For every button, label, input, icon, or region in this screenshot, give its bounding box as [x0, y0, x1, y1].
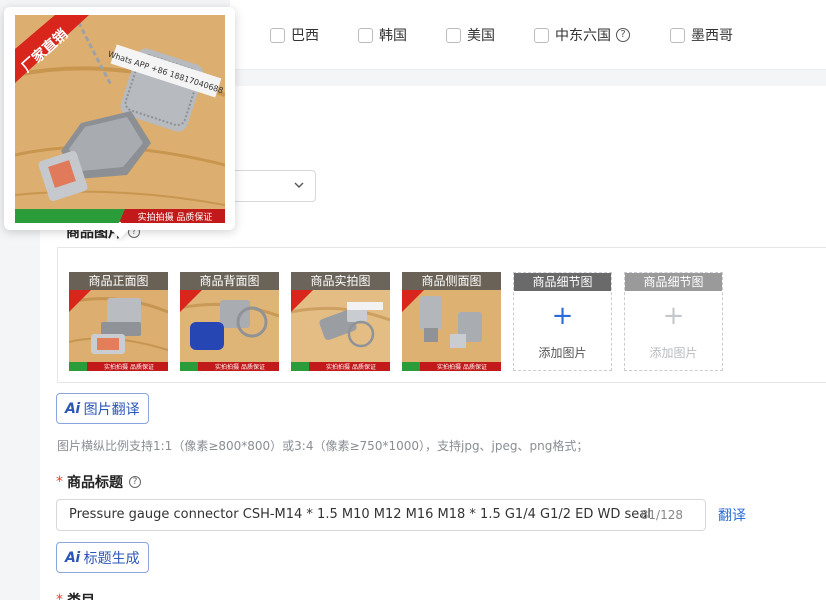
image-preview-popup: Whats APP +86 18817040688 厂家直销 实拍拍摄 品质保证 — [4, 7, 235, 230]
country-label: 中东六国 — [555, 28, 611, 44]
product-title-input[interactable]: Pressure gauge connector CSH-M14 * 1.5 M… — [56, 499, 706, 531]
plus-icon: + — [551, 301, 574, 331]
thumb-label: 商品背面图 — [180, 272, 279, 290]
add-image-text: 添加图片 — [538, 346, 587, 360]
country-label: 美国 — [467, 28, 495, 44]
country-label: 巴西 — [291, 28, 319, 44]
country-option-usa[interactable]: 美国 — [446, 26, 495, 44]
product-image-front[interactable]: 实拍拍摄 品质保证 商品正面图 — [69, 272, 168, 371]
category-label: * 类目 — [56, 590, 95, 600]
help-icon[interactable]: ? — [616, 28, 630, 42]
image-format-hint: 图片横纵比例支持1:1（像素≥800*800）或3:4（像素≥750*1000）… — [57, 439, 589, 453]
button-label: 标题生成 — [83, 550, 140, 567]
thumb-label: 商品实拍图 — [291, 272, 390, 290]
country-label: 墨西哥 — [691, 28, 733, 44]
help-icon[interactable]: ? — [129, 476, 141, 488]
slot-label: 商品细节图 — [514, 273, 611, 291]
label-text: 类目 — [67, 590, 95, 600]
add-detail-image-slot-disabled: 商品细节图 + 添加图片 — [624, 272, 723, 371]
required-mark: * — [56, 474, 63, 490]
ai-icon: Ai — [65, 549, 80, 566]
checkbox[interactable] — [534, 27, 549, 43]
checkbox[interactable] — [670, 27, 685, 43]
photo-stamp: 实拍拍摄 品质保证 — [215, 363, 265, 371]
product-image-side[interactable]: 实拍拍摄 品质保证 商品侧面图 — [402, 272, 501, 371]
photo-stamp: 实拍拍摄 品质保证 — [437, 363, 487, 371]
label-text: 商品标题 — [67, 475, 123, 491]
product-title-label: * 商品标题 ? — [56, 472, 141, 492]
translate-link[interactable]: 翻译 — [718, 505, 746, 525]
country-option-middle-east[interactable]: 中东六国 ? — [534, 26, 630, 44]
button-label: 图片翻译 — [83, 401, 140, 418]
checkbox[interactable] — [270, 27, 285, 43]
country-option-korea[interactable]: 韩国 — [358, 26, 407, 44]
country-label: 韩国 — [379, 28, 407, 44]
thumb-label: 商品侧面图 — [402, 272, 501, 290]
slot-label: 商品细节图 — [625, 273, 722, 291]
thumb-label: 商品正面图 — [69, 272, 168, 290]
image-translate-button[interactable]: Ai 图片翻译 — [56, 393, 149, 424]
checkbox[interactable] — [446, 27, 461, 43]
target-country-bar — [230, 0, 826, 70]
country-option-brazil[interactable]: 巴西 — [270, 26, 319, 44]
title-value[interactable]: Pressure gauge connector CSH-M14 * 1.5 M… — [69, 507, 651, 522]
country-option-mexico[interactable]: 墨西哥 — [670, 26, 733, 44]
char-counter: 81/128 — [640, 508, 683, 522]
product-image-back[interactable]: 实拍拍摄 品质保证 商品背面图 — [180, 272, 279, 371]
photo-stamp: 实拍拍摄 品质保证 — [138, 211, 213, 223]
add-detail-image-slot[interactable]: 商品细节图 + 添加图片 — [513, 272, 612, 371]
photo-stamp: 实拍拍摄 品质保证 — [104, 363, 154, 371]
category-select[interactable] — [230, 170, 316, 202]
add-image-text: 添加图片 — [649, 346, 698, 360]
photo-stamp: 实拍拍摄 品质保证 — [326, 363, 376, 371]
plus-icon: + — [662, 301, 685, 331]
preview-image: Whats APP +86 18817040688 厂家直销 实拍拍摄 品质保证 — [15, 15, 225, 223]
product-photo: Whats APP +86 18817040688 厂家直销 实拍拍摄 品质保证 — [15, 15, 225, 223]
checkbox[interactable] — [358, 27, 373, 43]
chevron-down-icon — [294, 182, 304, 188]
ai-icon: Ai — [65, 400, 80, 417]
title-generate-button[interactable]: Ai 标题生成 — [56, 542, 149, 573]
product-image-real[interactable]: 实拍拍摄 品质保证 商品实拍图 — [291, 272, 390, 371]
required-mark: * — [56, 592, 63, 600]
